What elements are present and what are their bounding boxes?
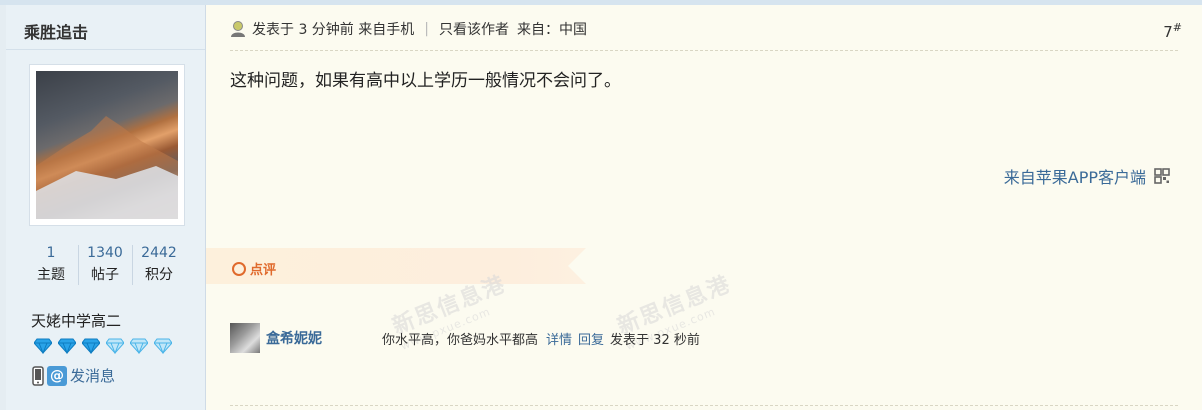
comment-author[interactable]: 盒希妮妮 — [266, 328, 382, 348]
post-origin: 来自：中国 — [516, 22, 587, 38]
diamond-filled-icon — [34, 338, 52, 354]
comment-section-label: 点评 — [232, 259, 276, 278]
qr-code-icon[interactable] — [1154, 168, 1170, 184]
from-app[interactable]: 来自苹果APP客户端 — [1004, 164, 1170, 188]
from-app-label[interactable]: 来自苹果APP客户端 — [1004, 164, 1146, 188]
stat-points[interactable]: 2442 积分 — [132, 243, 186, 293]
post-time: 发表于 3 分钟前 来自手机 — [252, 22, 415, 38]
circle-icon — [232, 261, 246, 276]
avatar[interactable] — [36, 71, 178, 219]
floor-mark: # — [1172, 21, 1182, 34]
diamond-outline-icon — [154, 338, 172, 354]
comment-time: 发表于 32 秒前 — [610, 332, 700, 348]
only-author-link[interactable]: 只看该作者 — [439, 19, 509, 39]
separator: | — [424, 21, 429, 37]
comment-section-bar: 点评 — [206, 248, 586, 284]
stat-topics-label: 主题 — [37, 267, 65, 283]
user-group[interactable]: 天姥中学高二 — [31, 310, 121, 331]
at-icon[interactable]: @ — [47, 365, 67, 386]
stat-topics-count[interactable]: 1 — [24, 243, 78, 263]
header-divider — [230, 50, 1178, 52]
comment-item: 盒希妮妮 你水平高，你爸妈水平都高 详情 回复 发表于 32 秒前 — [230, 323, 700, 353]
footer-divider — [230, 405, 1178, 406]
user-panel: 乘胜追击 1 主题 1340 帖子 2442 积分 天姥中学高二 @ 发消息 — [6, 5, 206, 410]
comment-reply-link[interactable]: 回复 — [578, 329, 604, 348]
rank-gems — [34, 338, 172, 354]
user-icon — [231, 21, 245, 37]
phone-icon — [32, 365, 44, 386]
stat-points-count[interactable]: 2442 — [132, 243, 186, 263]
diamond-outline-icon — [130, 338, 148, 354]
floor-value[interactable]: 7 — [1163, 23, 1173, 41]
diamond-filled-icon — [58, 338, 76, 354]
username[interactable]: 乘胜追击 — [24, 19, 88, 43]
comment-text: 你水平高，你爸妈水平都高 — [382, 332, 539, 348]
post-content: 这种问题，如果有高中以上学历一般情况不会问了。 — [230, 71, 621, 91]
message-row: @ 发消息 — [32, 365, 115, 386]
stat-posts-count[interactable]: 1340 — [78, 243, 132, 263]
diamond-outline-icon — [106, 338, 124, 354]
stat-topics[interactable]: 1 主题 — [24, 243, 78, 293]
stat-points-label: 积分 — [145, 267, 173, 283]
stat-posts-label: 帖子 — [91, 267, 119, 283]
comment-detail-link[interactable]: 详情 — [546, 329, 572, 348]
user-stats: 1 主题 1340 帖子 2442 积分 — [24, 243, 186, 293]
diamond-filled-icon — [82, 338, 100, 354]
post-header: 发表于 3 分钟前 来自手机 | 只看该作者 来自：中国 — [230, 19, 587, 39]
comment-avatar[interactable] — [230, 323, 260, 353]
stat-posts[interactable]: 1340 帖子 — [78, 243, 132, 293]
send-message-link[interactable]: 发消息 — [70, 365, 115, 386]
avatar-frame[interactable] — [29, 64, 185, 226]
floor-number[interactable]: 7# — [1163, 21, 1182, 41]
post-area: 发表于 3 分钟前 来自手机 | 只看该作者 来自：中国 7# 这种问题，如果有… — [206, 5, 1202, 410]
comment-section-title: 点评 — [250, 263, 277, 278]
divider — [6, 49, 205, 50]
